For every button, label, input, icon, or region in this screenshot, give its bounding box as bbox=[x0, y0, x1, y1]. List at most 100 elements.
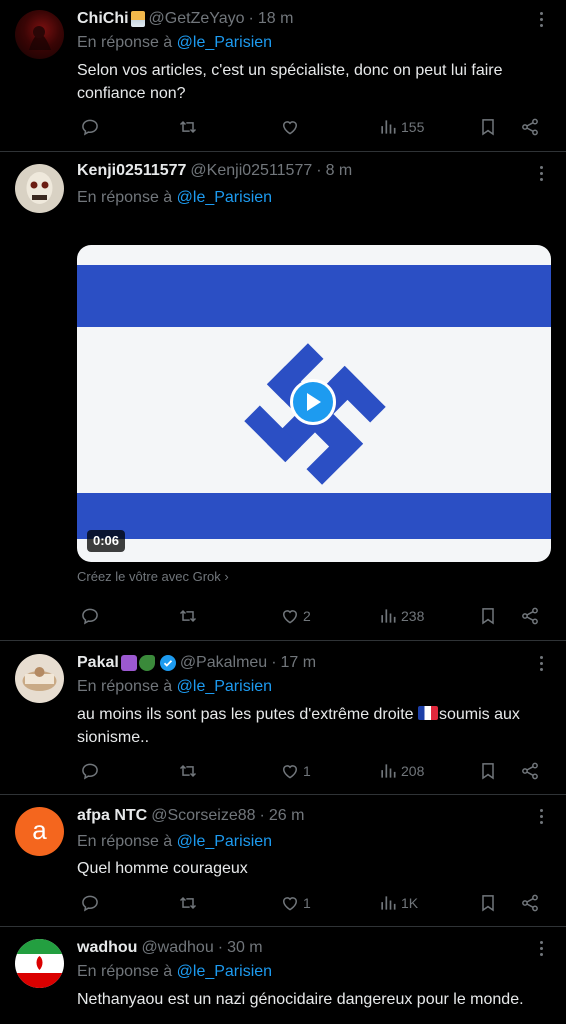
avatar[interactable] bbox=[15, 939, 64, 988]
reply-button[interactable] bbox=[80, 604, 103, 628]
tweet-text: Selon vos articles, c'est un spécialiste… bbox=[77, 62, 503, 102]
tumbler-glass-emoji bbox=[130, 11, 145, 27]
reply-mention-link[interactable]: @le_Parisien bbox=[177, 189, 272, 206]
bookmark-button[interactable] bbox=[478, 604, 498, 628]
views-button[interactable]: 155 bbox=[378, 115, 424, 139]
reply-icon bbox=[82, 763, 98, 780]
reply-mention-link[interactable]: @le_Parisien bbox=[177, 34, 272, 51]
reply-icon bbox=[82, 608, 98, 625]
share-button[interactable] bbox=[520, 604, 540, 628]
flag-stripe-bottom bbox=[77, 493, 551, 539]
views-chart-icon bbox=[381, 609, 396, 623]
grok-note: Créez le vôtre avec Grok bbox=[77, 569, 221, 584]
views-count: 238 bbox=[401, 608, 425, 624]
heart-icon bbox=[282, 121, 298, 135]
views-button[interactable]: 238 bbox=[378, 604, 424, 628]
bookmark-icon bbox=[482, 763, 494, 780]
retweet-icon bbox=[179, 764, 197, 778]
tweet[interactable]: a afpa NTC @Scorseize88 · 26 m En répons… bbox=[0, 795, 566, 927]
heart-icon bbox=[282, 610, 298, 624]
reply-context: En réponse à @le_Parisien bbox=[77, 833, 272, 851]
author-handle[interactable]: @wadhou bbox=[141, 939, 213, 957]
retweet-button[interactable] bbox=[178, 604, 201, 628]
reply-mention-link[interactable]: @le_Parisien bbox=[177, 963, 272, 980]
avatar[interactable] bbox=[15, 164, 64, 213]
like-button[interactable]: 1 bbox=[280, 759, 311, 783]
timestamp[interactable]: 18 m bbox=[258, 10, 294, 28]
bookmark-button[interactable] bbox=[478, 891, 498, 915]
author-name[interactable]: afpa NTC bbox=[77, 807, 147, 825]
avatar[interactable] bbox=[15, 654, 64, 703]
author-name[interactable]: ChiChi bbox=[77, 10, 129, 28]
share-button[interactable] bbox=[520, 891, 540, 915]
author-handle[interactable]: @Kenji02511577 bbox=[190, 162, 312, 180]
author-handle[interactable]: @Pakalmeu bbox=[180, 654, 267, 672]
timestamp[interactable]: 26 m bbox=[269, 807, 305, 825]
more-options-icon[interactable] bbox=[534, 9, 548, 29]
bookmark-button[interactable] bbox=[478, 115, 498, 139]
separator-dot: · bbox=[248, 10, 254, 27]
tweet[interactable]: ChiChi @GetZeYayo · 18 m En réponse à @l… bbox=[0, 0, 566, 152]
views-count: 208 bbox=[401, 763, 425, 779]
share-icon bbox=[522, 118, 538, 136]
like-button[interactable] bbox=[280, 115, 303, 139]
share-icon bbox=[522, 894, 538, 912]
views-count: 155 bbox=[401, 119, 425, 135]
retweet-button[interactable] bbox=[178, 759, 201, 783]
separator-dot: · bbox=[259, 807, 265, 824]
reply-context: En réponse à @le_Parisien bbox=[77, 963, 272, 981]
tweet-text: Nethanyaou est un nazi génocidaire dange… bbox=[77, 991, 524, 1008]
author-handle[interactable]: @Scorseize88 bbox=[151, 807, 255, 825]
yin-yang-emoji bbox=[120, 655, 137, 671]
reply-prefix: En réponse à bbox=[77, 678, 173, 695]
timestamp[interactable]: 17 m bbox=[281, 654, 317, 672]
timestamp[interactable]: 8 m bbox=[326, 162, 353, 180]
flag-stripe-top bbox=[77, 265, 551, 327]
reply-button[interactable] bbox=[80, 115, 103, 139]
tweet[interactable]: Pakal @Pakalmeu · 17 m En réponse à @le_… bbox=[0, 641, 566, 795]
reply-mention-link[interactable]: @le_Parisien bbox=[177, 678, 272, 695]
retweet-button[interactable] bbox=[178, 115, 201, 139]
verified-badge-icon bbox=[159, 655, 176, 671]
tweet[interactable]: wadhou @wadhou · 30 m En réponse à @le_P… bbox=[0, 927, 566, 1024]
separator-dot: · bbox=[271, 654, 277, 671]
action-bar: 2 238 bbox=[77, 604, 552, 628]
views-button[interactable]: 1K bbox=[378, 891, 418, 915]
play-button[interactable] bbox=[290, 379, 336, 425]
reply-button[interactable] bbox=[80, 759, 103, 783]
reply-context: En réponse à @le_Parisien bbox=[77, 678, 272, 696]
share-button[interactable] bbox=[520, 759, 540, 783]
author-name[interactable]: Kenji02511577 bbox=[77, 162, 186, 180]
bookmark-button[interactable] bbox=[478, 759, 498, 783]
share-button[interactable] bbox=[520, 115, 540, 139]
tweet-text: au moins ils sont pas les putes d'extrêm… bbox=[77, 703, 552, 749]
more-options-icon[interactable] bbox=[534, 806, 548, 826]
author-name[interactable]: Pakal bbox=[77, 654, 119, 672]
avatar[interactable] bbox=[15, 10, 64, 59]
timestamp[interactable]: 30 m bbox=[227, 939, 263, 957]
retweet-button[interactable] bbox=[178, 891, 201, 915]
more-options-icon[interactable] bbox=[534, 163, 548, 183]
grok-link[interactable]: Créez le vôtre avec Grok › bbox=[77, 569, 229, 584]
views-button[interactable]: 208 bbox=[378, 759, 424, 783]
heart-icon bbox=[282, 897, 298, 911]
reply-button[interactable] bbox=[80, 891, 103, 915]
like-button[interactable]: 2 bbox=[280, 604, 311, 628]
action-bar: 155 bbox=[77, 115, 552, 139]
more-options-icon[interactable] bbox=[534, 653, 548, 673]
more-options-icon[interactable] bbox=[534, 938, 548, 958]
action-bar: 1 208 bbox=[77, 759, 552, 783]
author-name[interactable]: wadhou bbox=[77, 939, 137, 957]
tweet-text-part-1: au moins ils sont pas les putes d'extrêm… bbox=[77, 706, 418, 723]
like-count: 1 bbox=[303, 763, 311, 779]
avatar[interactable]: a bbox=[15, 807, 64, 856]
tweet-text: Quel homme courageux bbox=[77, 860, 248, 877]
reply-mention-link[interactable]: @le_Parisien bbox=[177, 833, 272, 850]
play-icon bbox=[307, 393, 321, 411]
action-bar: 1 1K bbox=[77, 891, 552, 915]
like-button[interactable]: 1 bbox=[280, 891, 311, 915]
like-count: 2 bbox=[303, 608, 311, 624]
author-handle[interactable]: @GetZeYayo bbox=[149, 10, 245, 28]
retweet-icon bbox=[179, 120, 197, 134]
separator-dot: · bbox=[217, 939, 224, 956]
